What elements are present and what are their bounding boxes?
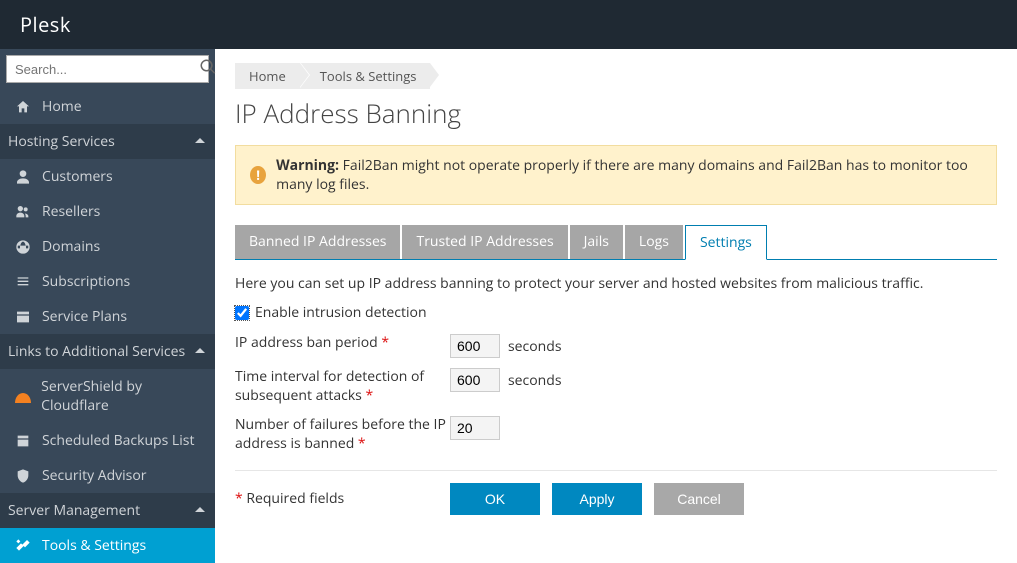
- required-star: *: [366, 386, 374, 405]
- chevron-up-icon: [195, 342, 205, 361]
- warning-banner: ! Warning: Fail2Ban might not operate pr…: [235, 145, 997, 205]
- ban-period-label: IP address ban period: [235, 333, 378, 352]
- chevron-up-icon: [195, 132, 205, 151]
- sidebar-section-label: Hosting Services: [8, 132, 115, 151]
- globe-icon: [14, 238, 32, 256]
- sidebar-item-security-advisor[interactable]: Security Advisor: [0, 458, 215, 493]
- failures-input[interactable]: [450, 416, 500, 440]
- sidebar-item-label: Resellers: [42, 202, 100, 221]
- warning-text: Warning: Fail2Ban might not operate prop…: [276, 156, 982, 194]
- sidebar-item-label: Scheduled Backups List: [42, 431, 194, 450]
- tab-banned-ip[interactable]: Banned IP Addresses: [235, 225, 400, 259]
- sidebar-item-customers[interactable]: Customers: [0, 159, 215, 194]
- tab-description: Here you can set up IP address banning t…: [235, 274, 997, 293]
- interval-input[interactable]: [450, 368, 500, 392]
- tab-bar: Banned IP Addresses Trusted IP Addresses…: [235, 225, 997, 260]
- warning-icon: !: [250, 166, 266, 184]
- sidebar-item-label: Home: [42, 97, 82, 116]
- sidebar-section-label: Links to Additional Services: [8, 342, 185, 361]
- ban-period-unit: seconds: [508, 337, 561, 356]
- window-icon: [14, 308, 32, 326]
- breadcrumb-home[interactable]: Home: [235, 63, 300, 89]
- main-content: Home Tools & Settings IP Address Banning…: [215, 49, 1017, 553]
- ok-button[interactable]: OK: [450, 483, 540, 515]
- cloudflare-icon: [14, 387, 31, 405]
- home-icon: [14, 98, 32, 116]
- sidebar-section-label: Server Management: [8, 501, 140, 520]
- sidebar-item-label: ServerShield by Cloudflare: [41, 377, 205, 415]
- tab-settings[interactable]: Settings: [685, 225, 767, 260]
- sidebar-item-label: Service Plans: [42, 307, 127, 326]
- separator: [235, 470, 997, 471]
- required-star: *: [358, 434, 366, 453]
- interval-unit: seconds: [508, 371, 561, 390]
- sidebar-section-links[interactable]: Links to Additional Services: [0, 334, 215, 369]
- enable-intrusion-checkbox[interactable]: [235, 306, 249, 320]
- ban-period-input[interactable]: [450, 334, 500, 358]
- sidebar-section-server[interactable]: Server Management: [0, 493, 215, 528]
- required-note: * Required fields: [235, 489, 450, 508]
- breadcrumb: Home Tools & Settings: [235, 63, 997, 89]
- search-field[interactable]: [6, 55, 209, 83]
- search-input[interactable]: [7, 62, 199, 77]
- shield-icon: [14, 467, 32, 485]
- tab-jails[interactable]: Jails: [570, 225, 623, 259]
- breadcrumb-tools[interactable]: Tools & Settings: [300, 63, 431, 89]
- sidebar-item-backups[interactable]: Scheduled Backups List: [0, 423, 215, 458]
- sidebar-item-label: Customers: [42, 167, 113, 186]
- sidebar-item-home[interactable]: Home: [0, 89, 215, 124]
- sidebar-item-subscriptions[interactable]: Subscriptions: [0, 264, 215, 299]
- sidebar-item-label: Security Advisor: [42, 466, 147, 485]
- sidebar-item-servershield[interactable]: ServerShield by Cloudflare: [0, 369, 215, 423]
- users-icon: [14, 203, 32, 221]
- tab-trusted-ip[interactable]: Trusted IP Addresses: [402, 225, 567, 259]
- cancel-button[interactable]: Cancel: [654, 483, 744, 515]
- sidebar-item-label: Subscriptions: [42, 272, 130, 291]
- user-icon: [14, 168, 32, 186]
- sidebar-item-label: Tools & Settings: [42, 536, 146, 555]
- list-icon: [14, 273, 32, 291]
- brand-logo: Plesk: [20, 11, 71, 38]
- interval-label: Time interval for detection of subsequen…: [235, 367, 424, 405]
- required-star: *: [381, 333, 389, 352]
- sidebar-item-service-plans[interactable]: Service Plans: [0, 299, 215, 334]
- sidebar-item-resellers[interactable]: Resellers: [0, 194, 215, 229]
- sidebar-item-tools-settings[interactable]: Tools & Settings: [0, 528, 215, 563]
- page-title: IP Address Banning: [235, 95, 997, 131]
- failures-label: Number of failures before the IP address…: [235, 415, 446, 453]
- enable-intrusion-label: Enable intrusion detection: [255, 303, 427, 322]
- apply-button[interactable]: Apply: [552, 483, 642, 515]
- chevron-up-icon: [195, 501, 205, 520]
- sidebar-section-hosting[interactable]: Hosting Services: [0, 124, 215, 159]
- tab-logs[interactable]: Logs: [625, 225, 683, 259]
- calendar-icon: [14, 432, 32, 450]
- sidebar-item-label: Domains: [42, 237, 100, 256]
- sidebar: Home Hosting Services Customers Reseller…: [0, 49, 215, 553]
- tools-icon: [14, 537, 32, 555]
- sidebar-item-domains[interactable]: Domains: [0, 229, 215, 264]
